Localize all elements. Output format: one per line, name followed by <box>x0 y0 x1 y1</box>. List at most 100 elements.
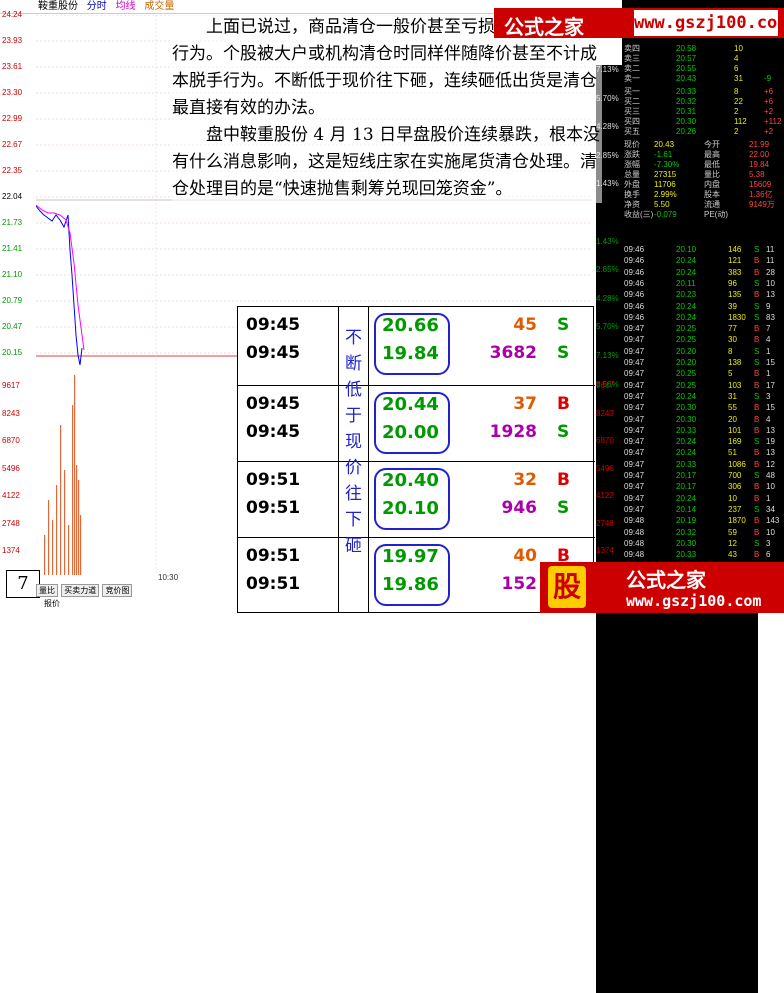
tab-buy-sell-force[interactable]: 买卖力道 <box>61 584 100 597</box>
tick-side: S <box>754 471 760 480</box>
quote-stat-row: 净资 5.50 流通 9149万 <box>624 200 782 209</box>
tab-volume-ratio[interactable]: 量比 <box>36 584 58 597</box>
tab-avg[interactable]: 均线 <box>116 1 136 12</box>
tick-vol: 169 <box>728 437 742 447</box>
tick-time: 09:47 <box>624 335 645 345</box>
volume-bar <box>44 535 46 575</box>
tab-auction[interactable]: 竞价图 <box>102 584 133 597</box>
tick-time: 09:47 <box>624 346 645 356</box>
stat-label: 换手 <box>624 190 640 199</box>
tick-count: 4 <box>766 414 771 424</box>
tick-price: 20.25 <box>676 369 697 379</box>
tick-side: B <box>754 493 760 503</box>
trade-time: 09:45 <box>246 422 301 442</box>
trade-time: 09:45 <box>246 394 301 414</box>
tick-count: 34 <box>766 504 775 514</box>
quote-price: 20.58 <box>676 44 697 53</box>
tick-count: 83 <box>766 312 775 322</box>
quote-vol: 10 <box>734 44 743 53</box>
price-axis-label: 22.99 <box>2 114 23 123</box>
price-axis-label: 20.15 <box>2 348 23 357</box>
stat-label: 涨跌 <box>624 150 640 159</box>
tick-count: 19 <box>766 437 775 447</box>
quote-row: 买三 20.31 2 +2 <box>624 107 782 116</box>
tick-count: 15 <box>766 403 775 413</box>
tick-side: S <box>754 301 760 311</box>
quote-row: 买二 20.32 22 +6 <box>624 97 782 106</box>
tick-time: 09:47 <box>624 425 645 435</box>
quote-price: 20.26 <box>676 127 697 136</box>
tick-count: 11 <box>766 245 775 254</box>
quote-tab[interactable]: 报价 <box>44 598 60 609</box>
price-axis-label: 23.30 <box>2 88 23 97</box>
tick-time: 09:48 <box>624 550 645 560</box>
volume-axis-label: 2748 <box>2 518 20 528</box>
quote-price: 20.32 <box>676 97 697 106</box>
tick-time: 09:47 <box>624 448 645 458</box>
trade-time: 09:51 <box>246 574 301 594</box>
tick-count: 13 <box>766 290 775 300</box>
stat-label: 涨幅 <box>624 160 640 169</box>
stat-label: 收益(三) <box>624 210 654 219</box>
caption-char: 于 <box>345 406 362 426</box>
volume-axis-label: 1374 <box>2 546 20 555</box>
stat-value: 5.50 <box>654 200 670 209</box>
tick-price: 20.14 <box>676 504 697 514</box>
tab-volume[interactable]: 成交量 <box>144 1 174 12</box>
tick-vol: 103 <box>728 380 742 390</box>
stat-label: PE(动) <box>704 210 728 219</box>
caption-char: 断 <box>345 354 362 374</box>
tick-side: B <box>754 290 760 300</box>
trade-volume: 152 <box>501 574 538 594</box>
stat-value: 2.99% <box>654 190 677 199</box>
tick-time: 09:47 <box>624 414 645 424</box>
quote-change: +6 <box>764 87 774 96</box>
stock-name: 鞍重股份 <box>38 1 78 12</box>
tick-row: 09:47 20.25 77 B 7 <box>624 324 782 333</box>
quote-price: 20.33 <box>676 87 697 96</box>
volume-axis-label-right: 8243 <box>596 408 614 418</box>
tick-side: B <box>754 448 760 458</box>
tick-row: 09:46 20.24 1830 S 83 <box>624 313 782 322</box>
tick-side: B <box>754 369 760 379</box>
price-axis-label: 23.61 <box>2 62 23 71</box>
tick-time: 09:46 <box>624 256 645 266</box>
volume-bar <box>72 405 74 575</box>
tick-vol: 8 <box>728 346 733 356</box>
tick-vol: 121 <box>728 256 742 266</box>
trade-volume: 946 <box>501 498 538 518</box>
quote-price: 20.43 <box>676 74 697 83</box>
trade-side: S <box>557 498 570 518</box>
tab-timeshare[interactable]: 分时 <box>87 1 107 12</box>
tick-price: 20.30 <box>676 414 697 424</box>
tick-count: 10 <box>766 482 775 492</box>
volume-bar <box>56 485 58 575</box>
tick-price: 20.33 <box>676 550 697 560</box>
trade-side: S <box>557 343 570 363</box>
tick-time: 09:47 <box>624 358 645 367</box>
tick-side: B <box>754 425 760 435</box>
trade-price: 20.40 <box>382 470 439 491</box>
caption-char: 现 <box>345 432 362 452</box>
stat-label: 现价 <box>624 140 640 149</box>
tick-price: 20.25 <box>676 380 697 390</box>
tick-side: B <box>754 482 760 492</box>
price-axis-label: 20.79 <box>2 296 23 305</box>
quote-price: 20.55 <box>676 64 697 73</box>
tick-row: 09:47 20.30 55 B 15 <box>624 403 782 412</box>
tick-time: 09:47 <box>624 437 645 447</box>
stat-value: 27315 <box>654 170 677 179</box>
tick-price: 20.24 <box>676 437 697 447</box>
logo-bottom-url: www.gszj100.com <box>626 592 762 610</box>
tick-vol: 383 <box>728 267 742 277</box>
tick-vol: 20 <box>728 414 737 424</box>
tick-time: 09:47 <box>624 471 645 480</box>
tick-side: B <box>754 256 760 266</box>
bottom-tabs: 量比 买卖力道 竞价图 <box>36 584 133 597</box>
volume-axis-label: 5496 <box>2 463 20 473</box>
volume-axis-label-right: 1374 <box>596 546 614 555</box>
tick-count: 1 <box>766 346 771 356</box>
paragraph-2: 盘中鞍重股份 4 月 13 日早盘股价连续暴跌，根本没有什么消息影响，这是短线庄… <box>172 125 601 199</box>
tick-price: 20.20 <box>676 346 697 356</box>
stat-label: 最低 <box>704 160 720 169</box>
